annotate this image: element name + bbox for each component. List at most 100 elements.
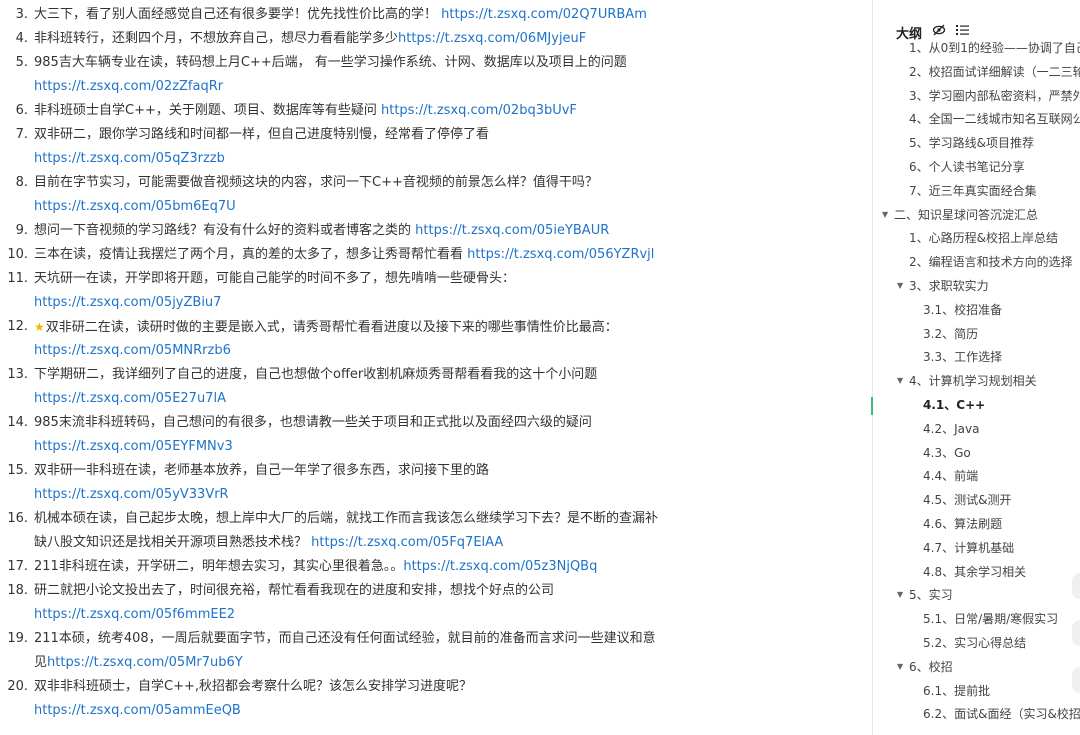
item-link[interactable]: https://t.zsxq.com/05MNRrzb6 bbox=[34, 343, 231, 358]
item-number: 3. bbox=[15, 7, 28, 22]
item-link[interactable]: https://t.zsxq.com/02bq3bUvF bbox=[381, 103, 577, 118]
outline-item[interactable]: 4.3、Go bbox=[923, 443, 971, 463]
chevron-down-icon[interactable]: ▼ bbox=[897, 585, 903, 605]
outline-item[interactable]: 5.1、日常/暑期/寒假实习 bbox=[923, 609, 1058, 629]
item-line: 双非非科班硕士，自学C++,秋招都会考察什么呢？该怎么安排学习进度呢？ bbox=[34, 675, 654, 699]
item-description: 天坑研一在读，开学即将开题，可能自己能学的时间不多了，想先啃啃一些硬骨头： bbox=[34, 271, 516, 286]
item-line: https://t.zsxq.com/05jyZBiu7 bbox=[34, 291, 654, 315]
item-link[interactable]: https://t.zsxq.com/02zZfaqRr bbox=[34, 79, 223, 94]
item-line: https://t.zsxq.com/05f6mmEE2 bbox=[34, 603, 654, 627]
outline-item[interactable]: 4.1、C++ bbox=[923, 395, 985, 415]
outline-item[interactable]: 7、近三年真实面经合集 bbox=[909, 181, 1037, 201]
item-number: 14. bbox=[7, 415, 28, 430]
item-line: 想问一下音视频的学习路线？有没有什么好的资料或者博客之类的 https://t.… bbox=[34, 219, 654, 243]
item-text: ★双非研二在读，读研时做的主要是嵌入式，请秀哥帮忙看看进度以及接下来的哪些事情性… bbox=[34, 315, 654, 363]
document-content: 3. 大三下，看了别人面经感觉自己还有很多要学！优先找性价比高的学！ https:… bbox=[0, 0, 872, 735]
outline-item[interactable]: 6.1、提前批 bbox=[923, 681, 990, 701]
item-line: 机械本硕在读，自己起步太晚，想上岸中大厂的后端，就找工作而言我该怎么继续学习下去… bbox=[34, 507, 658, 531]
outline-item[interactable]: 4、计算机学习规划相关 bbox=[909, 371, 1037, 391]
outline-item[interactable]: 3.1、校招准备 bbox=[923, 300, 1002, 320]
outline-item[interactable]: 5.2、实习心得总结 bbox=[923, 633, 1026, 653]
item-line: 见https://t.zsxq.com/05Mr7ub6Y bbox=[34, 651, 654, 675]
item-number: 8. bbox=[15, 175, 28, 190]
item-link[interactable]: https://t.zsxq.com/05E27u7lA bbox=[34, 391, 226, 406]
item-text: 211非科班在读，开学研二，明年想去实习，其实心里很着急。。https://t.… bbox=[34, 555, 654, 579]
item-text: 非科班转行，还剩四个月，不想放弃自己，想尽力看看能学多少https://t.zs… bbox=[34, 27, 654, 51]
outline-item[interactable]: 6、个人读书笔记分享 bbox=[909, 157, 1025, 177]
outline-item[interactable]: 3、学习圈内部私密资料，严禁外 bbox=[909, 86, 1080, 106]
outline-item[interactable]: 4.2、Java bbox=[923, 419, 979, 439]
chevron-down-icon[interactable]: ▼ bbox=[897, 371, 903, 391]
item-line: https://t.zsxq.com/05ammEeQB bbox=[34, 699, 654, 723]
item-description: 非科班转行，还剩四个月，不想放弃自己，想尽力看看能学多少 bbox=[34, 31, 399, 46]
item-link[interactable]: https://t.zsxq.com/05f6mmEE2 bbox=[34, 607, 235, 622]
item-text: 想问一下音视频的学习路线？有没有什么好的资料或者博客之类的 https://t.… bbox=[34, 219, 654, 243]
item-text: 研二就把小论文投出去了，时间很充裕，帮忙看看我现在的进度和安排，想找个好点的公司… bbox=[34, 579, 654, 627]
item-text: 985吉大车辆专业在读，转码想上月C++后端， 有一些学习操作系统、计网、数据库… bbox=[34, 51, 654, 99]
outline-item[interactable]: 5、学习路线&项目推荐 bbox=[909, 133, 1034, 153]
item-line: 985末流非科班转码，自己想问的有很多，也想请教一些关于项目和正式批以及面经四六… bbox=[34, 411, 654, 435]
item-line: https://t.zsxq.com/05bm6Eq7U bbox=[34, 195, 654, 219]
outline-item[interactable]: 4.7、计算机基础 bbox=[923, 538, 1014, 558]
outline-item[interactable]: 4.5、测试&测开 bbox=[923, 490, 1011, 510]
outline-item[interactable]: 4.4、前端 bbox=[923, 466, 978, 486]
item-description: 211本硕，统考408，一周后就要面字节，而自己还没有任何面试经验，就目前的准备… bbox=[34, 631, 656, 646]
outline-item[interactable]: 2、校招面试详细解读（一二三轮 bbox=[909, 62, 1080, 82]
item-link[interactable]: https://t.zsxq.com/05jyZBiu7 bbox=[34, 295, 221, 310]
item-link[interactable]: https://t.zsxq.com/05ieYBAUR bbox=[415, 223, 609, 238]
chevron-down-icon[interactable]: ▼ bbox=[882, 205, 888, 225]
item-description: 缺八股文知识还是找相关开源项目熟悉技术栈？ bbox=[34, 535, 312, 550]
item-link[interactable]: https://t.zsxq.com/06MJyjeuF bbox=[398, 31, 586, 46]
item-link[interactable]: https://t.zsxq.com/05yV33VrR bbox=[34, 487, 229, 502]
item-line: 非科班转行，还剩四个月，不想放弃自己，想尽力看看能学多少https://t.zs… bbox=[34, 27, 654, 51]
item-text: 双非非科班硕士，自学C++,秋招都会考察什么呢？该怎么安排学习进度呢？ https… bbox=[34, 675, 654, 723]
item-line: https://t.zsxq.com/05E27u7lA bbox=[34, 387, 654, 411]
outline-item[interactable]: 6、校招 bbox=[909, 657, 953, 677]
item-link[interactable]: https://t.zsxq.com/02Q7URBAm bbox=[441, 7, 647, 22]
item-link[interactable]: https://t.zsxq.com/056YZRvjl bbox=[467, 247, 654, 262]
outline-item[interactable]: 4、全国一二线城市知名互联网公 bbox=[909, 109, 1080, 129]
item-number: 4. bbox=[15, 31, 28, 46]
item-description: 双非研二在读，读研时做的主要是嵌入式，请秀哥帮忙看看进度以及接下来的哪些事情性价… bbox=[45, 320, 618, 335]
item-description: 大三下，看了别人面经感觉自己还有很多要学！优先找性价比高的学！ bbox=[34, 7, 442, 22]
item-link[interactable]: https://t.zsxq.com/05Fq7ElAA bbox=[311, 535, 503, 550]
scroll-handle[interactable] bbox=[1072, 620, 1080, 646]
outline-item[interactable]: 4.6、算法刷题 bbox=[923, 514, 1002, 534]
outline-item[interactable]: 3.3、工作选择 bbox=[923, 347, 1002, 367]
item-text: 三本在读，疫情让我摆烂了两个月，真的差的太多了，想多让秀哥帮忙看看 https:… bbox=[34, 243, 654, 267]
item-link[interactable]: https://t.zsxq.com/05qZ3rzzb bbox=[34, 151, 225, 166]
item-description: 双非研二，跟你学习路线和时间都一样，但自己进度特别慢，经常看了停停了看 bbox=[34, 127, 490, 142]
item-description: 非科班硕士自学C++，关于刚题、项目、数据库等有些疑问 bbox=[34, 103, 381, 118]
outline-item[interactable]: 6.2、面试&面经（实习&校招） bbox=[923, 704, 1080, 724]
item-text: 大三下，看了别人面经感觉自己还有很多要学！优先找性价比高的学！ https://… bbox=[34, 3, 654, 27]
item-line: https://t.zsxq.com/05yV33VrR bbox=[34, 483, 654, 507]
item-line: 双非研一非科班在读，老师基本放养，自己一年学了很多东西，求问接下里的路 bbox=[34, 459, 654, 483]
item-link[interactable]: https://t.zsxq.com/05Mr7ub6Y bbox=[47, 655, 243, 670]
chevron-down-icon[interactable]: ▼ bbox=[897, 657, 903, 677]
item-text: 985末流非科班转码，自己想问的有很多，也想请教一些关于项目和正式批以及面经四六… bbox=[34, 411, 654, 459]
item-line: 三本在读，疫情让我摆烂了两个月，真的差的太多了，想多让秀哥帮忙看看 https:… bbox=[34, 243, 654, 267]
outline-item[interactable]: 1、从0到1的经验——协调了自己的时间 bbox=[909, 38, 1080, 58]
item-link[interactable]: https://t.zsxq.com/05ammEeQB bbox=[34, 703, 241, 718]
item-link[interactable]: https://t.zsxq.com/05bm6Eq7U bbox=[34, 199, 236, 214]
outline-item[interactable]: 3.2、简历 bbox=[923, 324, 978, 344]
outline-item[interactable]: 二、知识星球问答沉淀汇总 bbox=[894, 205, 1038, 225]
scroll-handle[interactable] bbox=[1072, 667, 1080, 693]
item-number: 19. bbox=[7, 631, 28, 646]
outline-item[interactable]: 2、编程语言和技术方向的选择 bbox=[909, 252, 1073, 272]
outline-item[interactable]: 5、实习 bbox=[909, 585, 953, 605]
chevron-down-icon[interactable]: ▼ bbox=[897, 276, 903, 296]
outline-item[interactable]: 4.8、其余学习相关 bbox=[923, 562, 1026, 582]
item-number: 18. bbox=[7, 583, 28, 598]
item-line: 缺八股文知识还是找相关开源项目熟悉技术栈？ https://t.zsxq.com… bbox=[34, 531, 654, 555]
item-link[interactable]: https://t.zsxq.com/05z3NjQBq bbox=[403, 559, 597, 574]
item-link[interactable]: https://t.zsxq.com/05EYFMNv3 bbox=[34, 439, 233, 454]
item-number: 13. bbox=[7, 367, 28, 382]
item-line: 下学期研二，我详细列了自己的进度，自己也想做个offer收割机麻烦秀哥帮看看我的… bbox=[34, 363, 654, 387]
outline-item[interactable]: 1、心路历程&校招上岸总结 bbox=[909, 228, 1058, 248]
scroll-handle[interactable] bbox=[1072, 573, 1080, 599]
item-number: 17. bbox=[7, 559, 28, 574]
item-number: 9. bbox=[15, 223, 28, 238]
item-text: 211本硕，统考408，一周后就要面字节，而自己还没有任何面试经验，就目前的准备… bbox=[34, 627, 656, 675]
outline-item[interactable]: 3、求职软实力 bbox=[909, 276, 989, 296]
